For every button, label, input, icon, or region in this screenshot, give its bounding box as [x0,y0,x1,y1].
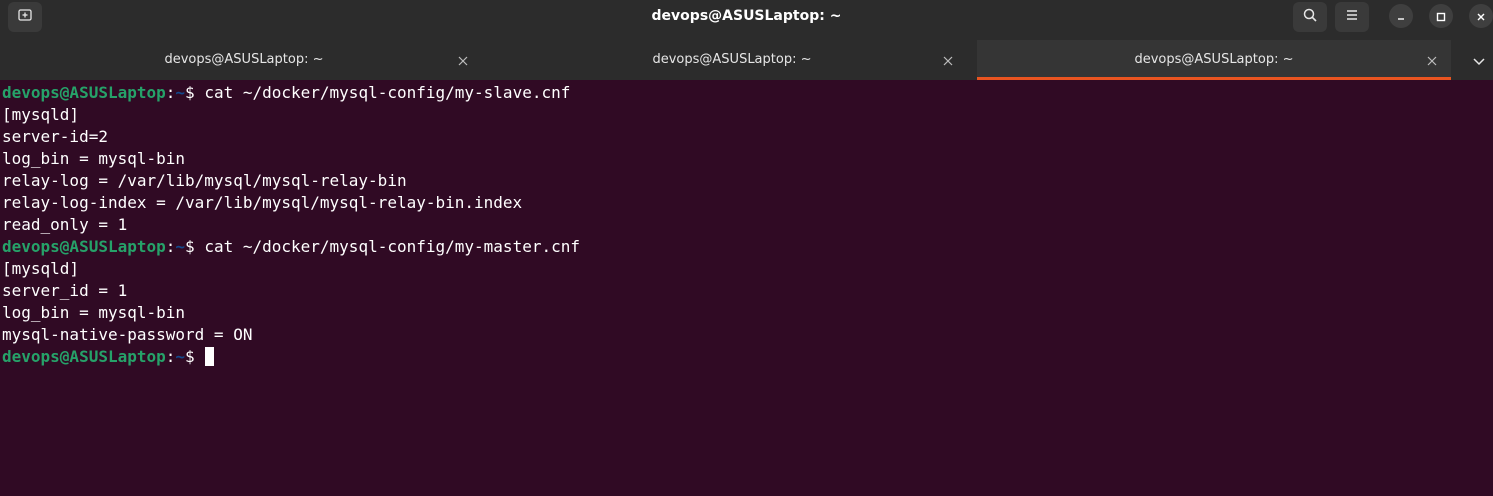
prompt-path: ~ [175,83,186,102]
maximize-button[interactable] [1429,4,1453,28]
tab-3-active[interactable]: devops@ASUSLaptop: ~ [977,40,1451,80]
tab-list-button[interactable] [1468,53,1490,69]
text-cursor [205,347,215,366]
tab-close-button[interactable] [941,53,955,67]
chevron-down-icon [1472,52,1486,71]
close-icon [943,51,953,70]
search-icon [1302,7,1318,27]
terminal-line: mysql-native-password = ON [2,325,253,344]
terminal-line: [mysqld] [2,259,80,278]
prompt-symbol: $ [185,347,205,366]
maximize-icon [1436,7,1446,26]
prompt-path: ~ [175,347,186,366]
terminal-line: [mysqld] [2,105,80,124]
terminal-line: relay-log = /var/lib/mysql/mysql-relay-b… [2,171,407,190]
prompt-user: devops@ASUSLaptop [2,83,166,102]
terminal-line: relay-log-index = /var/lib/mysql/mysql-r… [2,193,523,212]
tab-2[interactable]: devops@ASUSLaptop: ~ [488,40,976,80]
prompt-user: devops@ASUSLaptop [2,237,166,256]
terminal-line: devops@ASUSLaptop:~$ [2,346,215,368]
window-title: devops@ASUSLaptop: ~ [651,8,842,24]
command-text: cat ~/docker/mysql-config/my-master.cnf [204,237,580,256]
tab-close-button[interactable] [456,53,470,67]
prompt-separator: : [165,237,176,256]
menu-button[interactable] [1335,2,1369,32]
close-window-button[interactable] [1469,4,1493,28]
terminal-line: read_only = 1 [2,215,128,234]
close-icon [1427,51,1437,70]
terminal-line: server-id=2 [2,127,108,146]
tab-close-button[interactable] [1425,53,1439,67]
terminal-line: log_bin = mysql-bin [2,303,186,322]
tab-label: devops@ASUSLaptop: ~ [1134,52,1294,67]
command-text: cat ~/docker/mysql-config/my-slave.cnf [204,83,571,102]
search-button[interactable] [1293,2,1327,32]
title-bar: devops@ASUSLaptop: ~ [0,0,1493,41]
tab-label: devops@ASUSLaptop: ~ [164,52,324,67]
prompt-separator: : [165,83,176,102]
terminal-line: devops@ASUSLaptop:~$ cat ~/docker/mysql-… [2,82,570,104]
close-icon [458,51,468,70]
terminal-output[interactable]: devops@ASUSLaptop:~$ cat ~/docker/mysql-… [0,81,1493,496]
terminal-line: devops@ASUSLaptop:~$ cat ~/docker/mysql-… [2,236,580,258]
minimize-icon [1396,7,1406,26]
active-tab-indicator [977,77,1451,80]
tab-bar: devops@ASUSLaptop: ~ devops@ASUSLaptop: … [0,40,1493,80]
prompt-separator: : [165,347,176,366]
minimize-button[interactable] [1389,4,1413,28]
tab-1[interactable]: devops@ASUSLaptop: ~ [0,40,488,80]
prompt-user: devops@ASUSLaptop [2,347,166,366]
terminal-line: log_bin = mysql-bin [2,149,186,168]
prompt-path: ~ [175,237,186,256]
terminal-line: server_id = 1 [2,281,128,300]
close-icon [1476,7,1486,26]
prompt-symbol: $ [185,83,205,102]
prompt-symbol: $ [185,237,205,256]
tab-label: devops@ASUSLaptop: ~ [652,52,812,67]
hamburger-menu-icon [1344,7,1360,27]
